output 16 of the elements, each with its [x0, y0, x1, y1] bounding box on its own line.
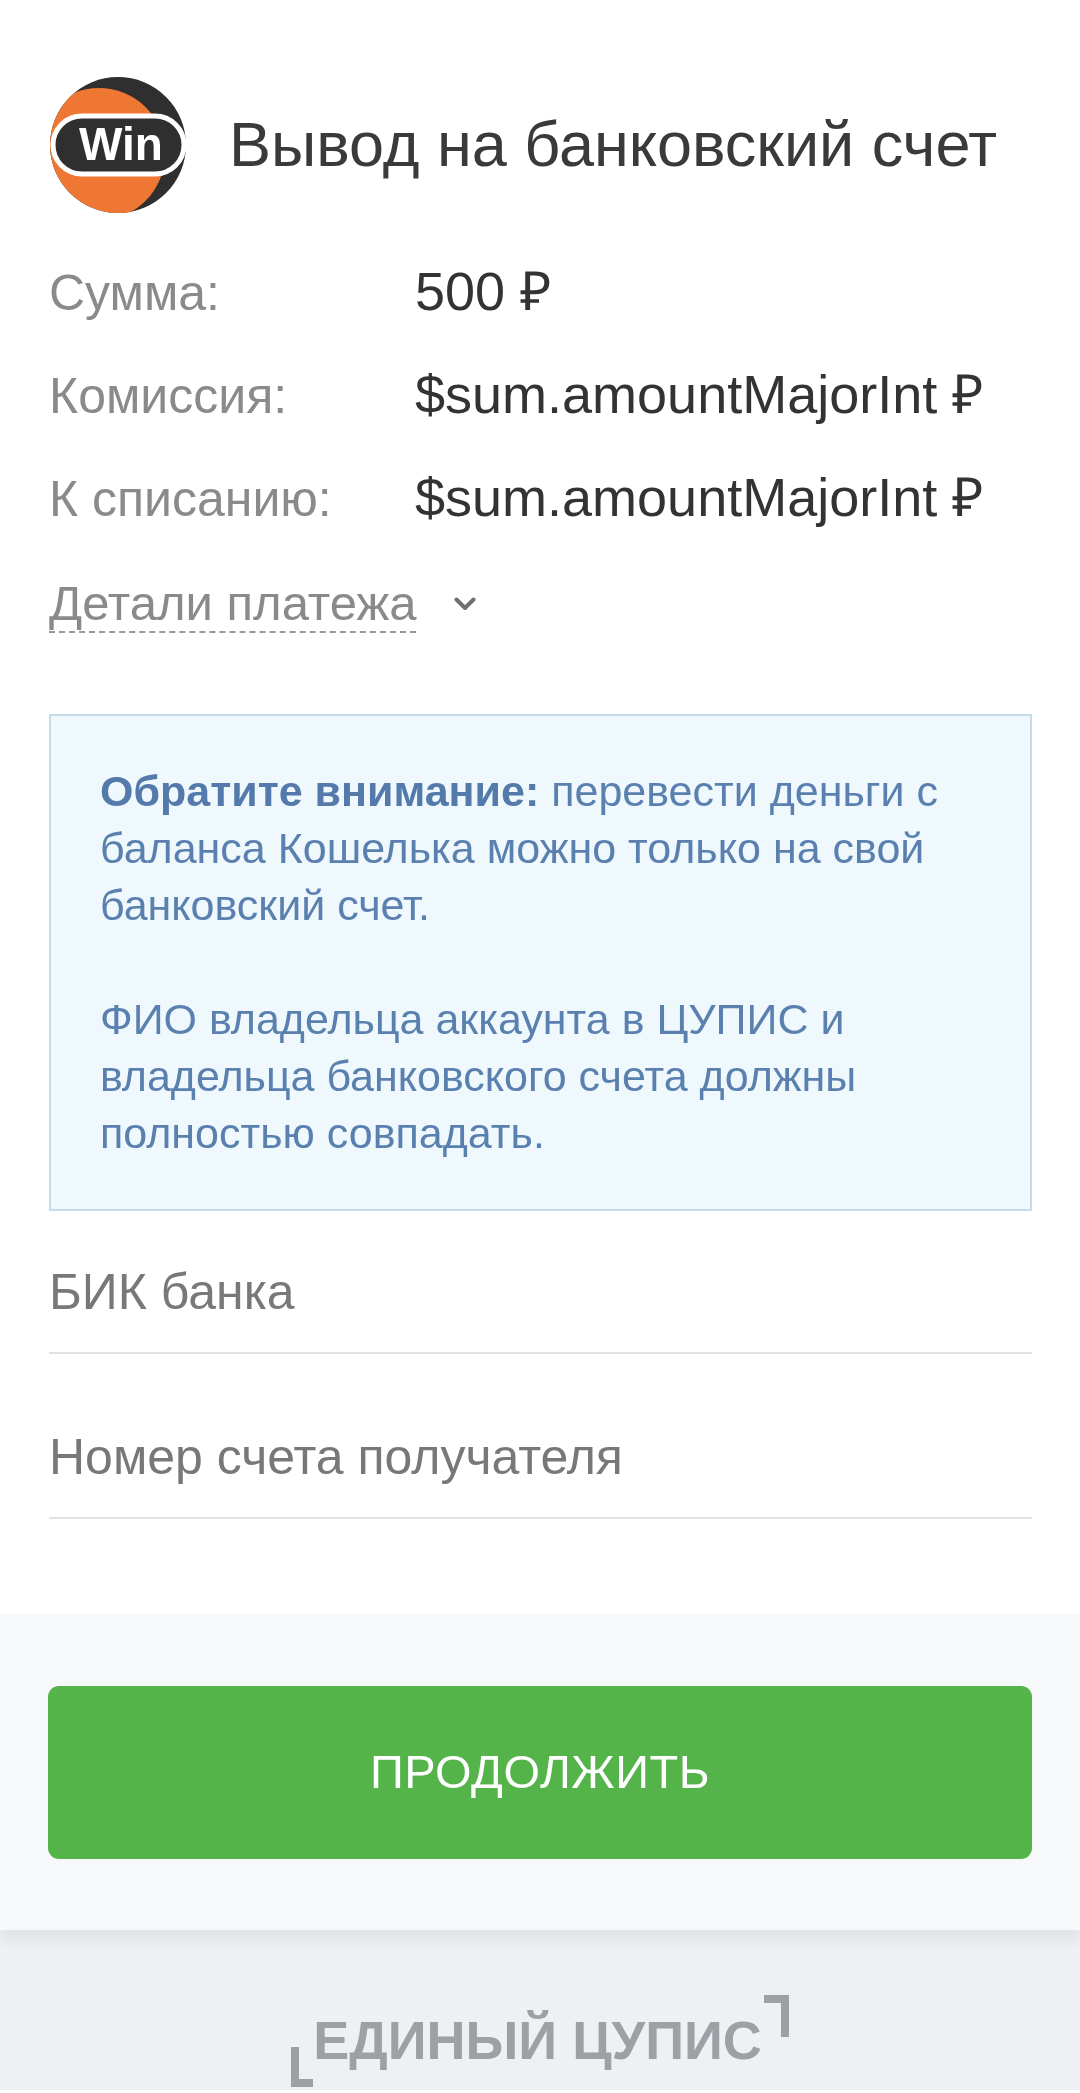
input-field[interactable]: БИК банка [49, 1244, 1032, 1354]
chevron-down-icon[interactable] [454, 597, 477, 611]
summary-value: 500 ₽ [415, 260, 552, 323]
summary-value: $sum.amountMajorInt ₽ [415, 466, 984, 529]
page-title: Вывод на банковский счет [229, 108, 998, 182]
summary-label: Комиссия: [49, 367, 289, 426]
footer-logo: ЕДИНЫЙ ЦУПИС [291, 1995, 789, 2087]
logo: Win [49, 76, 187, 214]
summary-label: К списанию: [49, 470, 333, 529]
summary-label: Сумма: [49, 264, 221, 323]
continue-button[interactable]: ПРОДОЛЖИТЬ [48, 1686, 1032, 1859]
details-toggle[interactable]: Детали платежа [49, 575, 417, 633]
notice-text: ФИО владельца аккаунта в ЦУПИС и владельца банковского счета должны полностью совпадать. [100, 994, 858, 1159]
summary-value: $sum.amountMajorInt ₽ [415, 363, 984, 426]
notice-text: Обратите внимание: перевести деньги с баланса Кошелька можно только на свой банковский счет. [100, 766, 939, 931]
input-field[interactable]: Номер счета получателя [49, 1409, 1032, 1519]
